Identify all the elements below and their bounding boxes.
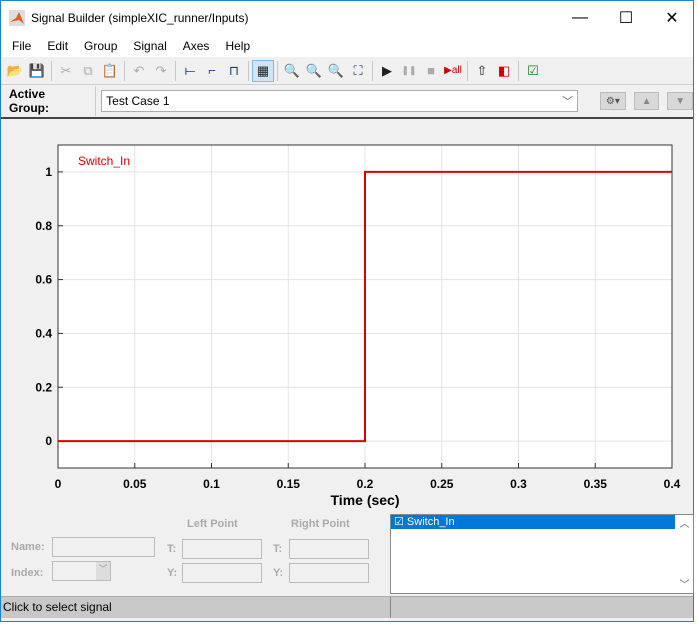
x-tick-label: 0.35 [584, 477, 608, 491]
signal-list-item[interactable]: ☑ Switch_In [391, 515, 675, 529]
fit-to-view-icon[interactable]: ⛶ [347, 60, 369, 82]
chevron-down-icon: ﹀ [96, 562, 110, 580]
constant-signal-icon[interactable]: ⟝ [179, 60, 201, 82]
status-secondary [391, 597, 693, 618]
x-tick-label: 0.1 [203, 477, 220, 491]
left-t-label: T: [167, 543, 177, 555]
x-tick-label: 0.4 [664, 477, 681, 491]
paste-icon[interactable]: 📋 [99, 60, 121, 82]
close-button[interactable]: ✕ [649, 1, 695, 35]
y-tick-label: 1 [45, 165, 52, 179]
name-field[interactable] [52, 537, 155, 557]
matlab-logo-icon [9, 10, 25, 26]
pause-icon[interactable]: ❚❚ [398, 60, 420, 82]
maximize-button[interactable]: ☐ [603, 1, 649, 35]
menu-edit[interactable]: Edit [39, 39, 76, 53]
x-axis-label: Time (sec) [331, 492, 400, 508]
zoom-x-icon[interactable]: 🔍 [281, 60, 303, 82]
minimize-button[interactable]: — [557, 1, 603, 35]
menu-bar: File Edit Group Signal Axes Help [1, 35, 693, 57]
scroll-down-icon[interactable]: ﹀ [676, 576, 693, 591]
toolbar: 📂 💾 ✂ ⧉ 📋 ↶ ↷ ⟝ ⌐ ⊓ ▦ 🔍 🔍 🔍 ⛶ ▶ ❚❚ ■ ▶al… [1, 57, 693, 85]
menu-help[interactable]: Help [217, 39, 258, 53]
grid-icon[interactable]: ▦ [252, 59, 274, 82]
x-tick-label: 0 [55, 477, 62, 491]
right-y-field[interactable] [289, 563, 369, 583]
settings-gear-button[interactable]: ⚙▾ [600, 92, 626, 110]
left-t-field[interactable] [182, 539, 262, 559]
separator [124, 60, 125, 81]
play-icon[interactable]: ▶ [376, 60, 398, 82]
right-point-label: Right Point [291, 518, 350, 530]
window-title: Signal Builder (simpleXIC_runner/Inputs) [31, 11, 249, 25]
title-bar: Signal Builder (simpleXIC_runner/Inputs)… [1, 1, 693, 35]
undo-icon[interactable]: ↶ [128, 60, 150, 82]
open-icon[interactable]: 📂 [4, 60, 26, 82]
scrollbar[interactable]: ︿ ﹀ [676, 515, 693, 593]
index-select[interactable]: ﹀ [52, 561, 111, 581]
menu-axes[interactable]: Axes [175, 39, 218, 53]
series-label: Switch_In [78, 154, 130, 168]
signal-plot[interactable]: 0 0.05 0.1 0.15 0.2 0.25 0.3 0.35 0.4 0 0.2 0.4 0.6 0… [1, 124, 693, 510]
active-group-bar: Active Group: Test Case 1 ﹀ ⚙▾ ▲ ▼ [1, 85, 693, 119]
signal-list[interactable]: ☑ Switch_In ︿ ﹀ [390, 514, 694, 594]
y-tick-label: 0.6 [35, 273, 52, 287]
menu-group[interactable]: Group [76, 39, 125, 53]
active-group-value: Test Case 1 [106, 94, 170, 108]
separator [467, 60, 468, 81]
scroll-up-icon[interactable]: ︿ [676, 515, 693, 530]
x-tick-label: 0.2 [357, 477, 374, 491]
separator [51, 60, 52, 81]
signal-editor-panel: Left Point Right Point Name: Index: ﹀ T:… [1, 510, 694, 594]
y-tick-label: 0.8 [35, 219, 52, 233]
y-tick-label: 0 [45, 434, 52, 448]
show-block-icon[interactable]: ◧ [493, 60, 515, 82]
step-signal-icon[interactable]: ⌐ [201, 60, 223, 82]
redo-icon[interactable]: ↷ [150, 60, 172, 82]
separator [277, 60, 278, 81]
separator [372, 60, 373, 81]
move-group-up-button[interactable]: ▲ [633, 92, 660, 110]
right-t-label: T: [273, 543, 283, 555]
menu-file[interactable]: File [4, 39, 39, 53]
zoom-y-icon[interactable]: 🔍 [303, 60, 325, 82]
x-tick-label: 0.05 [123, 477, 147, 491]
name-label: Name: [11, 541, 45, 553]
x-tick-label: 0.25 [430, 477, 454, 491]
stop-icon[interactable]: ■ [420, 60, 442, 82]
status-bar: Click to select signal [1, 596, 693, 618]
up-arrow-icon[interactable]: ⇧ [471, 60, 493, 82]
x-tick-label: 0.3 [510, 477, 527, 491]
left-point-label: Left Point [187, 518, 238, 530]
cut-icon[interactable]: ✂ [55, 60, 77, 82]
left-y-field[interactable] [182, 563, 262, 583]
separator [518, 60, 519, 81]
y-tick-label: 0.4 [35, 326, 52, 340]
chevron-down-icon: ﹀ [562, 96, 574, 108]
verification-icon[interactable]: ☑ [522, 60, 544, 82]
separator [248, 60, 249, 81]
copy-icon[interactable]: ⧉ [77, 60, 99, 82]
chart-svg[interactable]: 0 0.05 0.1 0.15 0.2 0.25 0.3 0.35 0.4 0 0.2 0.4 0.6 0… [1, 124, 693, 510]
play-all-icon[interactable]: ▶all [442, 60, 464, 82]
active-group-label: Active Group: [1, 86, 97, 116]
right-t-field[interactable] [289, 539, 369, 559]
separator [175, 60, 176, 81]
y-tick-label: 0.2 [35, 380, 52, 394]
zoom-xy-icon[interactable]: 🔍 [325, 60, 347, 82]
left-y-label: Y: [167, 567, 178, 579]
pulse-signal-icon[interactable]: ⊓ [223, 60, 245, 82]
move-group-down-button[interactable]: ▼ [667, 92, 693, 110]
active-group-select[interactable]: Test Case 1 ﹀ [101, 90, 579, 112]
menu-signal[interactable]: Signal [125, 39, 174, 53]
status-text: Click to select signal [1, 597, 391, 618]
index-label: Index: [11, 567, 44, 579]
x-tick-label: 0.15 [277, 477, 301, 491]
save-icon[interactable]: 💾 [26, 60, 48, 82]
right-y-label: Y: [273, 567, 284, 579]
